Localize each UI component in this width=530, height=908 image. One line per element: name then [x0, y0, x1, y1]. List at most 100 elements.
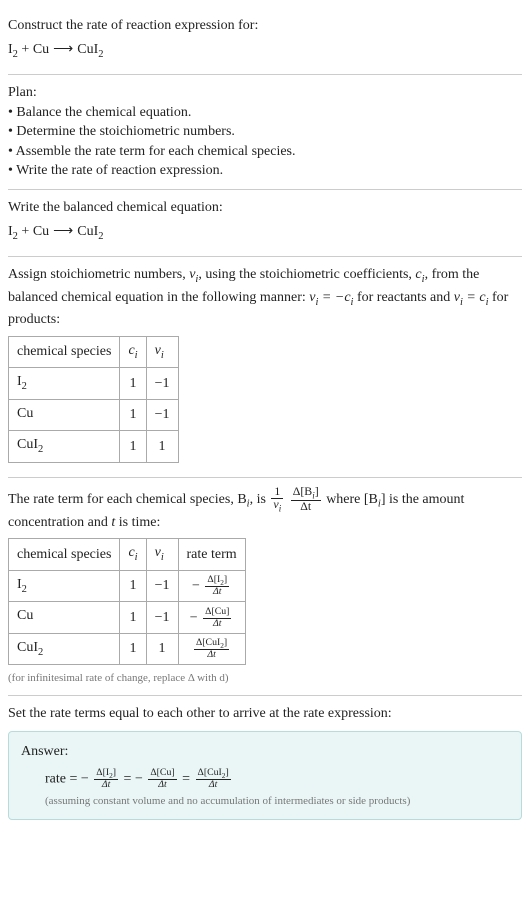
denominator: Δt: [194, 650, 229, 660]
col-nui: νi: [146, 539, 178, 570]
subscript: 2: [22, 584, 27, 595]
fraction: Δ[CuI2] Δt: [194, 638, 229, 660]
denominator: νi: [271, 499, 283, 513]
text: Cu: [17, 406, 33, 421]
cell-species: CuI2: [9, 633, 120, 664]
rateterm-section: The rate term for each chemical species,…: [8, 478, 522, 696]
sign: −: [135, 771, 143, 786]
cell-species: CuI2: [9, 431, 120, 462]
denominator: Δt: [196, 780, 231, 790]
balanced-section: Write the balanced chemical equation: I2…: [8, 190, 522, 257]
species: Cu: [33, 224, 49, 239]
balanced-heading: Write the balanced chemical equation:: [8, 198, 522, 218]
text: , using the stoichiometric coefficients,: [198, 267, 415, 282]
balanced-equation: I2 + Cu ⟶ CuI2: [8, 222, 522, 244]
text: ]: [224, 574, 227, 585]
cell-species: Cu: [9, 602, 120, 633]
answer-note: (assuming constant volume and no accumul…: [45, 794, 509, 809]
subscript: i: [279, 503, 281, 513]
cell-ci: 1: [120, 431, 146, 462]
text: ]: [225, 767, 228, 778]
col-species: chemical species: [9, 539, 120, 570]
text: = c: [463, 290, 486, 305]
subscript: 2: [38, 647, 43, 658]
text: Assign stoichiometric numbers,: [8, 267, 189, 282]
cell-rateterm: − Δ[Cu] Δt: [178, 602, 245, 633]
table-header-row: chemical species ci νi rate term: [9, 539, 246, 570]
answer-label: Answer:: [21, 742, 509, 762]
text: ]: [315, 484, 319, 498]
text: Cu: [17, 608, 33, 623]
plan-heading: Plan:: [8, 83, 522, 103]
cell-nui: −1: [146, 399, 178, 430]
plus: +: [18, 224, 33, 239]
text: ]: [224, 637, 227, 648]
cell-rateterm: Δ[CuI2] Δt: [178, 633, 245, 664]
denominator: Δt: [205, 587, 229, 597]
text: Δ[B: [293, 484, 313, 498]
cell-species: I2: [9, 368, 120, 399]
text: ]: [113, 767, 116, 778]
stoich-table: chemical species ci νi I2 1 −1 Cu 1 −1 C…: [8, 336, 179, 463]
text: The rate term for each chemical species,…: [8, 491, 247, 506]
intro-section: Construct the rate of reaction expressio…: [8, 8, 522, 75]
rateterm-table: chemical species ci νi rate term I2 1 −1…: [8, 538, 246, 665]
text: for reactants and: [353, 290, 453, 305]
rateterm-note: (for infinitesimal rate of change, repla…: [8, 671, 522, 686]
text: Δ[CuI: [198, 767, 222, 778]
text: Δ[CuI: [196, 637, 220, 648]
table-row: Cu 1 −1 − Δ[Cu] Δt: [9, 602, 246, 633]
text: Δ[I: [96, 767, 109, 778]
fraction: Δ[CuI2] Δt: [196, 768, 231, 790]
cell-nui: 1: [146, 431, 178, 462]
text: Δ[Cu]: [150, 767, 174, 778]
cell-nui: −1: [146, 368, 178, 399]
table-row: I2 1 −1 − Δ[I2] Δt: [9, 570, 246, 601]
cell-ci: 1: [120, 368, 146, 399]
denominator: Δt: [203, 619, 231, 629]
plus: +: [18, 42, 33, 57]
text: where [B: [326, 491, 378, 506]
plan-item: • Determine the stoichiometric numbers.: [8, 122, 522, 142]
col-ci: ci: [120, 539, 146, 570]
cell-ci: 1: [120, 602, 146, 633]
stoich-text: Assign stoichiometric numbers, νi, using…: [8, 265, 522, 330]
col-species: chemical species: [9, 336, 120, 367]
text: CuI: [17, 640, 38, 655]
subscript: 2: [22, 381, 27, 392]
table-row: I2 1 −1: [9, 368, 179, 399]
fraction: Δ[I2] Δt: [94, 768, 118, 790]
plan-item: • Assemble the rate term for each chemic…: [8, 142, 522, 162]
final-section: Set the rate terms equal to each other t…: [8, 696, 522, 829]
final-heading: Set the rate terms equal to each other t…: [8, 704, 522, 724]
rate-expression: rate = − Δ[I2] Δt = − Δ[Cu] Δt = Δ[CuI2]…: [45, 768, 509, 790]
cell-nui: −1: [146, 570, 178, 601]
subscript: 2: [98, 48, 103, 59]
cell-species: I2: [9, 570, 120, 601]
fraction: Δ[Cu] Δt: [203, 607, 231, 629]
subscript: i: [161, 552, 164, 563]
equals: =: [124, 771, 135, 786]
subscript: i: [161, 349, 164, 360]
cell-ci: 1: [120, 399, 146, 430]
cell-rateterm: − Δ[I2] Δt: [178, 570, 245, 601]
subscript: 2: [38, 444, 43, 455]
denominator: Δt: [148, 780, 176, 790]
answer-box: Answer: rate = − Δ[I2] Δt = − Δ[Cu] Δt =…: [8, 731, 522, 820]
stoich-section: Assign stoichiometric numbers, νi, using…: [8, 257, 522, 478]
arrow-icon: ⟶: [53, 40, 73, 60]
plan-item: • Balance the chemical equation.: [8, 103, 522, 123]
plan-item: • Write the rate of reaction expression.: [8, 161, 522, 181]
denominator: Δt: [291, 501, 321, 513]
cell-ci: 1: [120, 633, 146, 664]
subscript: i: [135, 552, 138, 563]
col-rateterm: rate term: [178, 539, 245, 570]
sign: −: [190, 610, 198, 625]
text: rate =: [45, 771, 81, 786]
plan-section: Plan: • Balance the chemical equation. •…: [8, 75, 522, 190]
fraction: Δ[Cu] Δt: [148, 768, 176, 790]
table-row: Cu 1 −1: [9, 399, 179, 430]
table-header-row: chemical species ci νi: [9, 336, 179, 367]
fraction: Δ[Bi] Δt: [291, 486, 321, 513]
text: = −c: [318, 290, 350, 305]
